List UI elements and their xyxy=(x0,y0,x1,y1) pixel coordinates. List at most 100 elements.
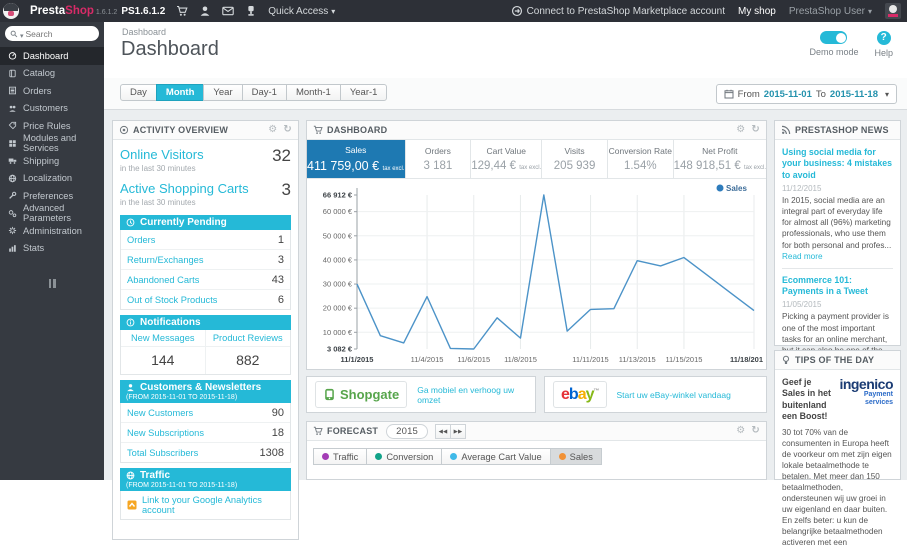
sidebar-item-localization[interactable]: Localization xyxy=(0,170,104,188)
gear-icon[interactable]: ⚙ xyxy=(268,125,277,135)
customers-row: Total Subscribers 1308 xyxy=(121,443,290,462)
search-scope-caret-icon[interactable] xyxy=(20,25,24,43)
stats-icon xyxy=(9,244,16,252)
trophy-icon[interactable] xyxy=(245,5,257,17)
toggle-traffic[interactable]: Traffic xyxy=(313,448,368,465)
sidebar-item-administration[interactable]: Administration xyxy=(0,222,104,240)
ebay-link[interactable]: Start uw eBay-winkel vandaag xyxy=(617,390,731,400)
kpi-label: Sales xyxy=(345,145,367,155)
return-exchanges-link[interactable]: Return/Exchanges xyxy=(127,255,204,265)
svg-text:11/13/2015: 11/13/2015 xyxy=(619,355,656,364)
search-icon xyxy=(10,30,18,37)
kpi-net-profit[interactable]: Net Profit 148 918,51 € tax excl. xyxy=(674,140,766,178)
version-label: 1.6.1.2 xyxy=(95,9,118,16)
new-messages-value: 144 xyxy=(121,347,206,374)
kpi-value: 148 918,51 € xyxy=(673,160,741,172)
total-subscribers-link[interactable]: Total Subscribers xyxy=(127,448,198,458)
sidebar-item-shipping[interactable]: Shipping xyxy=(0,152,104,170)
cart-icon[interactable] xyxy=(176,5,188,17)
breadcrumb[interactable]: Dashboard xyxy=(122,27,166,37)
sidebar-item-catalog[interactable]: Catalog xyxy=(0,65,104,83)
toggle-label: Sales xyxy=(569,451,593,462)
google-analytics-link[interactable]: Link to your Google Analytics account xyxy=(120,491,291,520)
marketplace-link[interactable]: Connect to PrestaShop Marketplace accoun… xyxy=(511,5,725,17)
active-carts-link[interactable]: Active Shopping Carts xyxy=(120,181,249,196)
sidebar-item-label: Catalog xyxy=(23,68,56,79)
kpi-orders[interactable]: Orders 3 181 xyxy=(406,140,472,178)
range-month-button[interactable]: Month xyxy=(155,84,205,101)
my-shop-link[interactable]: My shop xyxy=(738,6,776,17)
activity-icon xyxy=(119,125,129,135)
search-input[interactable] xyxy=(25,28,86,39)
new-messages-link[interactable]: New Messages xyxy=(121,330,206,347)
prestashop-logo[interactable] xyxy=(3,3,19,19)
toggle-conversion[interactable]: Conversion xyxy=(366,448,443,465)
sidebar-item-advanced-parameters[interactable]: Advanced Parameters xyxy=(0,203,104,223)
refresh-icon[interactable]: ↻ xyxy=(751,426,760,436)
ebay-letter: e xyxy=(561,385,570,403)
active-carts-value: 3 xyxy=(281,180,291,199)
ebay-logo: ebay™ xyxy=(553,381,607,408)
refresh-icon[interactable]: ↻ xyxy=(751,125,760,135)
svg-text:40 000 €: 40 000 € xyxy=(323,255,353,264)
news-item-title[interactable]: Using social media for your business: 4 … xyxy=(782,147,893,181)
user-menu[interactable]: PrestaShop User xyxy=(789,6,872,17)
shopgate-link[interactable]: Ga mobiel en verhoog uw omzet xyxy=(417,385,527,405)
sidebar-item-modules[interactable]: Modules and Services xyxy=(0,133,104,153)
help-icon[interactable] xyxy=(876,31,891,45)
gear-icon[interactable]: ⚙ xyxy=(736,125,745,135)
news-item-title[interactable]: Ecommerce 101: Payments in a Tweet xyxy=(782,275,893,298)
svg-text:3 082 €: 3 082 € xyxy=(327,345,353,354)
range-year-1-button[interactable]: Year-1 xyxy=(339,84,388,101)
sidebar-item-preferences[interactable]: Preferences xyxy=(0,187,104,205)
wrench-icon xyxy=(9,191,17,200)
sidebar-item-stats[interactable]: Stats xyxy=(0,240,104,258)
abandoned-carts-value: 43 xyxy=(271,273,284,286)
customers-row: New Customers 90 xyxy=(121,403,290,423)
messages-icon[interactable] xyxy=(222,5,235,17)
customer-icon[interactable] xyxy=(199,5,211,17)
shop-code[interactable]: PS1.6.1.2 xyxy=(121,6,165,17)
svg-text:30 000 €: 30 000 € xyxy=(323,280,353,289)
product-reviews-link[interactable]: Product Reviews xyxy=(205,330,290,347)
next-year-button[interactable]: ▶▶ xyxy=(450,423,467,439)
collapse-menu-icon[interactable] xyxy=(0,279,104,288)
sidebar-item-orders[interactable]: Orders xyxy=(0,82,104,100)
previous-year-button[interactable]: ◀◀ xyxy=(435,423,452,439)
sidebar-search[interactable] xyxy=(5,26,99,41)
divider xyxy=(782,267,893,269)
pending-orders-link[interactable]: Orders xyxy=(127,235,155,245)
kpi-conversion-rate[interactable]: Conversion Rate 1.54% xyxy=(608,140,674,178)
range-month-1-button[interactable]: Month-1 xyxy=(285,84,341,101)
sidebar-item-label: Localization xyxy=(23,173,73,184)
refresh-icon[interactable]: ↻ xyxy=(283,125,292,135)
out-of-stock-link[interactable]: Out of Stock Products xyxy=(127,295,217,305)
demo-mode-toggle[interactable] xyxy=(820,31,848,44)
new-customers-link[interactable]: New Customers xyxy=(127,408,193,418)
svg-text:50 000 €: 50 000 € xyxy=(323,231,353,240)
sidebar-item-label: Orders xyxy=(23,85,52,96)
kpi-visits[interactable]: Visits 205 939 xyxy=(542,140,608,178)
avatar[interactable] xyxy=(885,3,901,19)
date-range-picker[interactable]: From 2015-11-01 To 2015-11-18 xyxy=(715,84,897,104)
range-day-button[interactable]: Day xyxy=(120,84,157,101)
toggle-average-cart-value[interactable]: Average Cart Value xyxy=(441,448,551,465)
kpi-cart-value[interactable]: Cart Value 129,44 € tax excl. xyxy=(471,140,543,178)
toggle-sales[interactable]: Sales xyxy=(549,448,602,465)
sidebar-item-dashboard[interactable]: Dashboard xyxy=(0,47,104,65)
gear-icon[interactable]: ⚙ xyxy=(736,426,745,436)
abandoned-carts-link[interactable]: Abandoned Carts xyxy=(127,275,199,285)
kpi-sales[interactable]: Sales 411 759,00 € tax excl. xyxy=(307,140,406,178)
help-label: Help xyxy=(874,48,893,58)
range-year-button[interactable]: Year xyxy=(203,84,243,101)
sidebar-item-customers[interactable]: Customers xyxy=(0,100,104,118)
new-subscriptions-link[interactable]: New Subscriptions xyxy=(127,428,204,438)
read-more-link[interactable]: Read more xyxy=(782,252,823,261)
quick-access-menu[interactable]: Quick Access xyxy=(268,6,335,17)
range-day-1-button[interactable]: Day-1 xyxy=(241,84,287,101)
tips-of-the-day-panel: TIPS OF THE DAY Geef je Sales in het bui… xyxy=(774,350,901,547)
panel-title: ACTIVITY OVERVIEW xyxy=(133,125,229,135)
online-visitors-link[interactable]: Online Visitors xyxy=(120,147,204,162)
sidebar-item-price-rules[interactable]: Price Rules xyxy=(0,117,104,135)
filter-band: Day Month Year Day-1 Month-1 Year-1 From… xyxy=(104,78,907,110)
